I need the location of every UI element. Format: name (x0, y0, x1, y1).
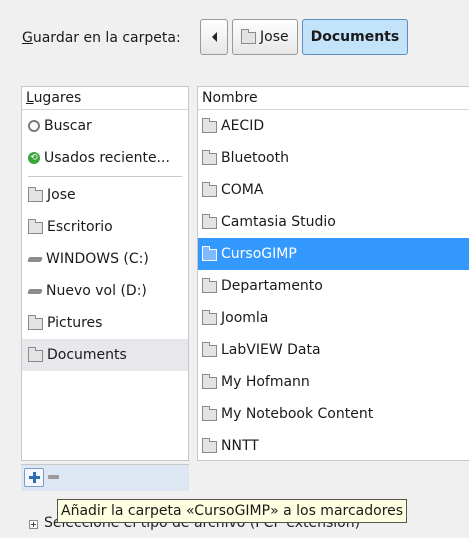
folder-icon (202, 150, 217, 165)
file-row[interactable]: Camtasia Studio (198, 206, 469, 238)
folder-icon (202, 118, 217, 133)
save-in-folder-label: Guardar en la carpeta: (22, 30, 181, 46)
file-row-selected[interactable]: CursoGIMP (198, 238, 469, 270)
folder-icon (202, 310, 217, 325)
place-item-nuevo-vol-d[interactable]: Nuevo vol (D:) (22, 275, 188, 307)
file-row[interactable]: Bluetooth (198, 142, 469, 174)
bookmark-buttons-bar (21, 464, 189, 491)
expand-icon[interactable] (29, 520, 38, 529)
place-item-documents[interactable]: Documents (22, 339, 188, 371)
file-row[interactable]: Departamento (198, 270, 469, 302)
folder-icon (28, 347, 43, 362)
file-row[interactable]: Joomla (198, 302, 469, 334)
folder-icon (202, 406, 217, 421)
recent-icon: ⟲ (28, 152, 40, 164)
places-panel: Lugares Buscar ⟲ Usados reciente... Jose … (21, 86, 189, 461)
folder-icon (28, 219, 43, 234)
drive-icon (27, 288, 43, 294)
place-item-jose[interactable]: Jose (22, 179, 188, 211)
left-arrow-icon (211, 32, 217, 42)
search-icon (28, 120, 40, 132)
place-item-buscar[interactable]: Buscar (22, 110, 188, 142)
folder-icon (202, 246, 217, 261)
file-row[interactable]: My Notebook Content (198, 398, 469, 430)
add-bookmark-button[interactable] (24, 468, 44, 487)
path-bar: Jose Documents (200, 19, 409, 57)
place-item-windows-c[interactable]: WINDOWS (C:) (22, 243, 188, 275)
path-button-jose[interactable]: Jose (232, 19, 298, 55)
file-list: Nombre AECID Bluetooth COMA Camtasia Stu… (197, 86, 469, 461)
folder-icon (202, 374, 217, 389)
place-item-recent[interactable]: ⟲ Usados reciente... (22, 142, 188, 174)
place-item-pictures[interactable]: Pictures (22, 307, 188, 339)
folder-icon (28, 187, 43, 202)
places-header[interactable]: Lugares (22, 87, 188, 110)
path-button-documents[interactable]: Documents (301, 19, 409, 55)
column-header-name[interactable]: Nombre (198, 87, 469, 110)
folder-icon (28, 315, 43, 330)
folder-icon (202, 438, 217, 453)
folder-icon (202, 214, 217, 229)
place-item-escritorio[interactable]: Escritorio (22, 211, 188, 243)
file-row[interactable]: COMA (198, 174, 469, 206)
file-row[interactable]: AECID (198, 110, 469, 142)
drive-icon (27, 256, 43, 262)
remove-bookmark-button[interactable] (48, 475, 59, 479)
tooltip: Añadir la carpeta «CursoGIMP» a los marc… (57, 499, 408, 523)
folder-icon (202, 342, 217, 357)
places-separator (28, 176, 182, 177)
file-row[interactable]: My Hofmann (198, 366, 469, 398)
file-row[interactable]: LabVIEW Data (198, 334, 469, 366)
folder-icon (202, 182, 217, 197)
folder-icon (202, 278, 217, 293)
path-back-button[interactable] (200, 19, 228, 55)
folder-icon (241, 29, 256, 44)
file-row[interactable]: NNTT (198, 430, 469, 462)
